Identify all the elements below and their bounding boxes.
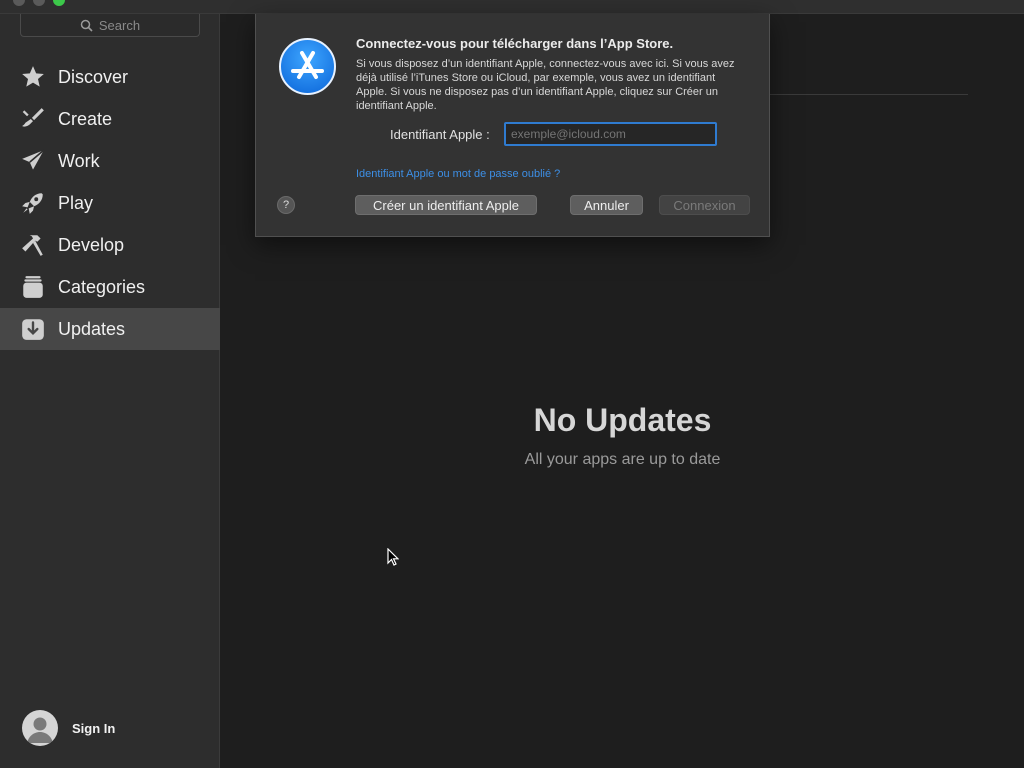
cancel-button[interactable]: Annuler — [570, 195, 643, 215]
avatar-icon — [22, 710, 58, 746]
apple-id-label: Identifiant Apple : — [390, 127, 490, 142]
search-placeholder: Search — [98, 17, 141, 33]
empty-state-subtitle: All your apps are up to date — [524, 451, 721, 468]
sidebar-item-play[interactable]: Play — [0, 182, 220, 224]
dialog-description: Si vous disposez d’un identifiant Apple,… — [356, 58, 735, 112]
connect-button[interactable]: Connexion — [659, 195, 750, 215]
sidebar-item-create[interactable]: Create — [0, 98, 220, 140]
sidebar-item-label: Create — [58, 108, 113, 129]
zoom-window-button[interactable] — [53, 0, 65, 6]
sidebar-item-updates[interactable]: Updates — [0, 308, 220, 350]
sidebar-item-develop[interactable]: Develop — [0, 224, 220, 266]
sidebar-item-work[interactable]: Work — [0, 140, 220, 182]
rocket-icon — [20, 190, 46, 216]
stack-icon — [20, 274, 46, 300]
star-icon — [20, 64, 46, 90]
apple-id-field[interactable] — [504, 122, 717, 146]
sidebar-item-label: Work — [58, 150, 100, 171]
title-bar — [0, 0, 1024, 14]
sidebar-item-label: Updates — [58, 318, 126, 339]
sidebar-item-label: Categories — [58, 276, 146, 297]
sidebar-item-label: Develop — [58, 234, 125, 255]
app-store-window: Search Discover Create Work Play Develop… — [0, 0, 1024, 768]
sidebar-item-categories[interactable]: Categories — [0, 266, 220, 308]
sidebar: Search Discover Create Work Play Develop… — [0, 14, 220, 768]
help-button[interactable]: ? — [277, 196, 295, 214]
sidebar-item-discover[interactable]: Discover — [0, 56, 220, 98]
search-icon — [80, 19, 93, 32]
mouse-cursor-icon — [387, 547, 400, 571]
sidebar-item-label: Discover — [58, 66, 129, 87]
sign-in-dialog: Connectez-vous pour télécharger dans l’A… — [255, 14, 770, 237]
minimize-window-button[interactable] — [33, 0, 45, 6]
empty-state-title: No Updates — [533, 402, 712, 438]
header-divider — [770, 94, 968, 95]
hammer-icon — [20, 232, 46, 258]
app-store-icon — [279, 38, 336, 95]
sign-in-label: Sign In — [72, 720, 116, 736]
brush-icon — [20, 106, 46, 132]
download-icon — [20, 316, 46, 342]
close-window-button[interactable] — [13, 0, 25, 6]
sign-in-button[interactable]: Sign In — [22, 710, 115, 746]
create-apple-id-button[interactable]: Créer un identifiant Apple — [355, 195, 537, 215]
forgot-password-link[interactable]: Identifiant Apple ou mot de passe oublié… — [356, 168, 560, 180]
paper-plane-icon — [20, 148, 46, 174]
search-field[interactable]: Search — [20, 14, 200, 37]
dialog-title: Connectez-vous pour télécharger dans l’A… — [356, 36, 674, 51]
sidebar-item-label: Play — [58, 192, 94, 213]
